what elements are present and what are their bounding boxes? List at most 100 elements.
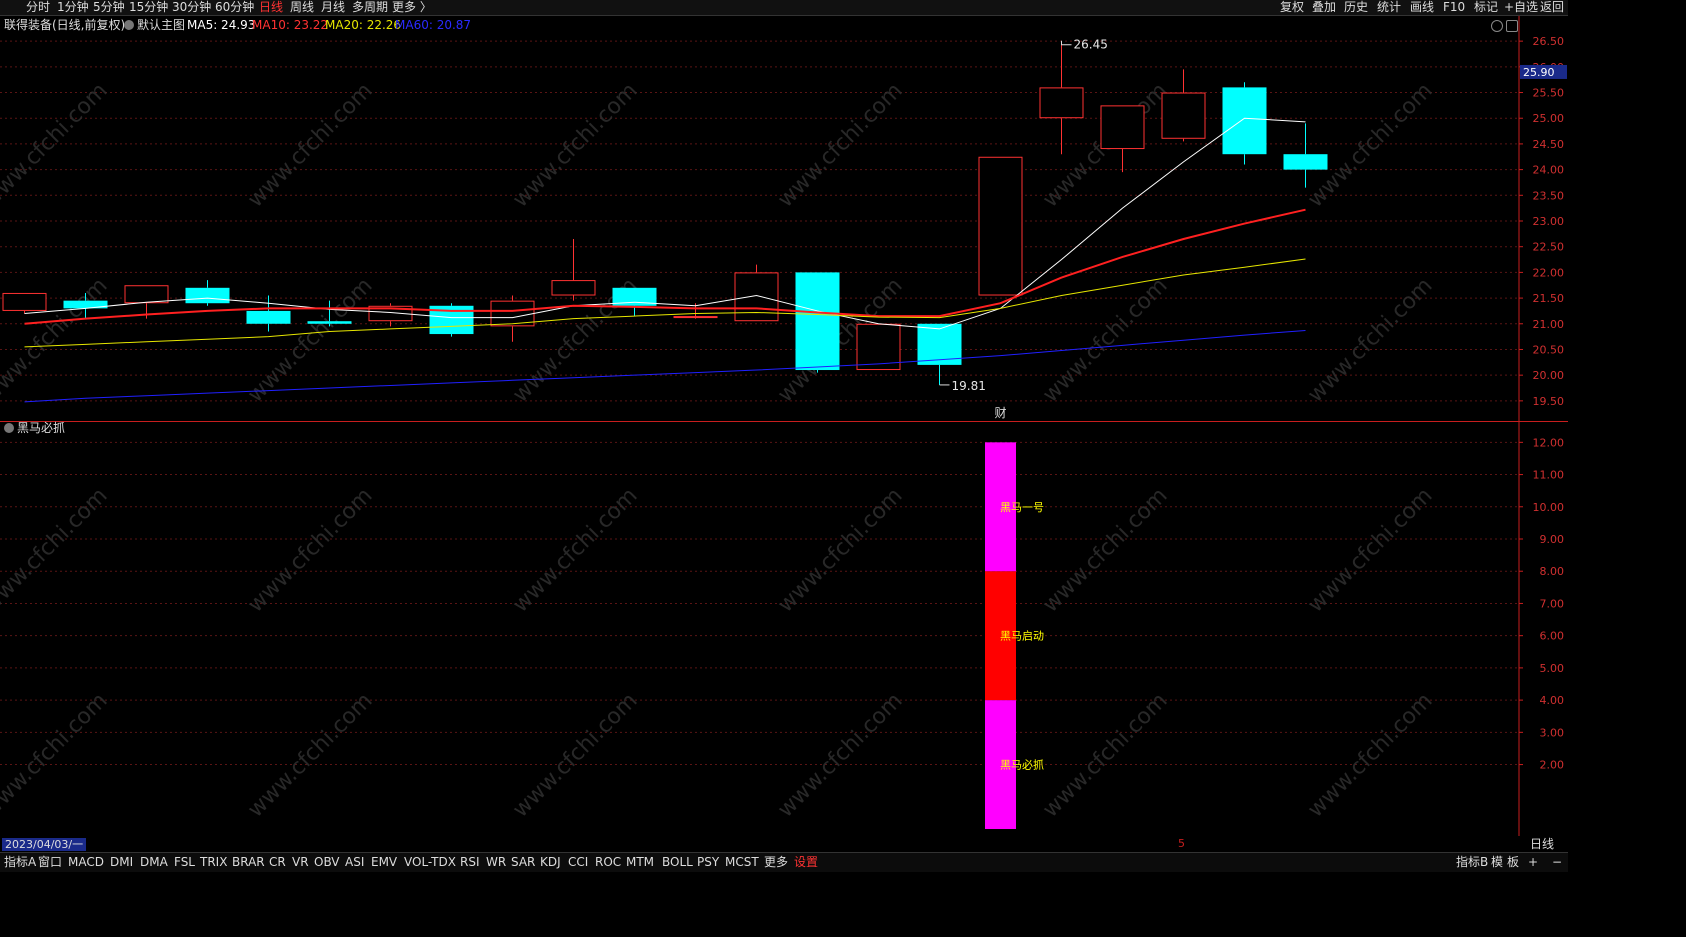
tab-vr[interactable]: VR <box>292 854 309 871</box>
y-tick-label: 12.00 <box>1533 436 1565 449</box>
zoom-out-button[interactable]: − <box>1552 854 1562 871</box>
watermark: www.cfchi.com <box>0 688 113 822</box>
y-tick-label: 4.00 <box>1540 694 1565 707</box>
watermark: www.cfchi.com <box>1038 273 1172 407</box>
watermark: www.cfchi.com <box>243 483 377 617</box>
indicator-tab-bar: 指标A 窗口 MACD DMI DMA FSL TRIX BRAR CR VR … <box>0 852 1568 872</box>
tab-kdj[interactable]: KDJ <box>540 854 561 871</box>
candle <box>1039 43 1084 155</box>
watermark: www.cfchi.com <box>243 78 377 212</box>
candle-body <box>124 285 169 304</box>
watermark: www.cfchi.com <box>508 483 642 617</box>
candle <box>2 292 47 314</box>
tab-wr[interactable]: WR <box>486 854 506 871</box>
y-tick-label: 25.50 <box>1533 87 1565 100</box>
tab-settings[interactable]: 设置 <box>794 854 818 871</box>
y-tick-label: 9.00 <box>1540 533 1565 546</box>
tab-indicator-b[interactable]: 指标B <box>1456 854 1488 871</box>
tab-boll[interactable]: BOLL <box>662 854 693 871</box>
watermark: www.cfchi.com <box>1303 273 1437 407</box>
moving-averages <box>24 117 1306 403</box>
candle-body <box>1222 87 1267 155</box>
candle <box>978 156 1023 296</box>
tab-template[interactable]: 模 <box>1491 854 1503 871</box>
candle <box>1100 105 1145 173</box>
tab-asi[interactable]: ASI <box>345 854 364 871</box>
candle <box>795 272 840 373</box>
tab-cr[interactable]: CR <box>269 854 286 871</box>
candle-body <box>246 310 291 324</box>
candle <box>1222 82 1267 165</box>
tab-dma[interactable]: DMA <box>140 854 168 871</box>
watermarks: www.cfchi.com www.cfchi.com www.cfchi.com w… <box>0 78 1438 822</box>
y-tick-label: 7.00 <box>1540 597 1565 610</box>
candle-body <box>1283 154 1328 170</box>
tab-roc[interactable]: ROC <box>595 854 621 871</box>
tab-indicator-a[interactable]: 指标A <box>4 854 36 871</box>
y-tick-label: 19.50 <box>1533 395 1565 408</box>
tab-vol-tdx[interactable]: VOL-TDX <box>404 854 456 871</box>
indicator-name: 黑马必抓 <box>17 421 66 435</box>
y-tick-label: 11.00 <box>1533 469 1565 482</box>
tab-sector[interactable]: 板 <box>1507 854 1519 871</box>
tab-mcst[interactable]: MCST <box>725 854 759 871</box>
high-label: 26.45 <box>1074 38 1108 52</box>
tab-psy[interactable]: PSY <box>697 854 719 871</box>
tab-emv[interactable]: EMV <box>371 854 397 871</box>
indicator-bar-label: 黑马必抓 <box>1000 758 1044 772</box>
y-tick-label: 23.00 <box>1533 215 1565 228</box>
tab-fsl[interactable]: FSL <box>174 854 195 871</box>
candle <box>429 303 474 337</box>
candle-body <box>1039 87 1084 119</box>
tab-rsi[interactable]: RSI <box>460 854 480 871</box>
candle <box>490 295 535 342</box>
indicator-panel-title[interactable]: 黑马必抓 <box>4 420 65 436</box>
candle-body <box>1161 92 1206 139</box>
y-tick-label: 20.50 <box>1533 343 1565 356</box>
candle-body <box>185 287 230 304</box>
y-tick-label: 21.50 <box>1533 292 1565 305</box>
indicator-toggle-icon[interactable] <box>4 423 14 433</box>
candle-body <box>307 321 352 324</box>
y-tick-label: 21.00 <box>1533 318 1565 331</box>
candle <box>368 303 413 327</box>
watermark: www.cfchi.com <box>508 688 642 822</box>
watermark: www.cfchi.com <box>1303 688 1437 822</box>
watermark: www.cfchi.com <box>0 483 113 617</box>
watermark: www.cfchi.com <box>773 688 907 822</box>
y-tick-label: 2.00 <box>1540 759 1565 772</box>
tab-trix[interactable]: TRIX <box>200 854 227 871</box>
y-tick-label: 24.00 <box>1533 164 1565 177</box>
candle-body <box>551 280 596 296</box>
grid-lines <box>0 40 1519 766</box>
indicator-bars: 黑马必抓 黑马启动 黑马一号 <box>985 442 1044 829</box>
tab-brar[interactable]: BRAR <box>232 854 265 871</box>
tab-window[interactable]: 窗口 <box>38 854 62 871</box>
tab-mtm[interactable]: MTM <box>626 854 654 871</box>
candle-body <box>1100 105 1145 150</box>
date-status-row <box>0 837 1568 851</box>
candle-body <box>795 272 840 371</box>
tab-more[interactable]: 更多 <box>764 854 788 871</box>
cursor-date: 2023/04/03/一 <box>2 838 87 851</box>
candle <box>185 280 230 306</box>
watermark: www.cfchi.com <box>1038 688 1172 822</box>
tab-obv[interactable]: OBV <box>314 854 340 871</box>
y-tick-label: 26.50 <box>1533 35 1565 48</box>
candle-body <box>673 316 718 319</box>
tab-sar[interactable]: SAR <box>511 854 535 871</box>
ma-line-ma10 <box>24 208 1306 325</box>
y-tick-label: 3.00 <box>1540 726 1565 739</box>
tab-macd[interactable]: MACD <box>68 854 104 871</box>
tab-cci[interactable]: CCI <box>568 854 588 871</box>
candle-body <box>2 292 47 311</box>
tab-dmi[interactable]: DMI <box>110 854 133 871</box>
chart-area[interactable]: www.cfchi.com www.cfchi.com www.cfchi.com w… <box>0 0 1568 836</box>
candle <box>1161 69 1206 142</box>
finance-marker: 财 <box>994 406 1006 420</box>
y-tick-label: 8.00 <box>1540 565 1565 578</box>
watermark: www.cfchi.com <box>773 483 907 617</box>
zoom-in-button[interactable]: + <box>1528 854 1538 871</box>
y-tick-label: 5.00 <box>1540 662 1565 675</box>
y-tick-label: 24.50 <box>1533 138 1565 151</box>
